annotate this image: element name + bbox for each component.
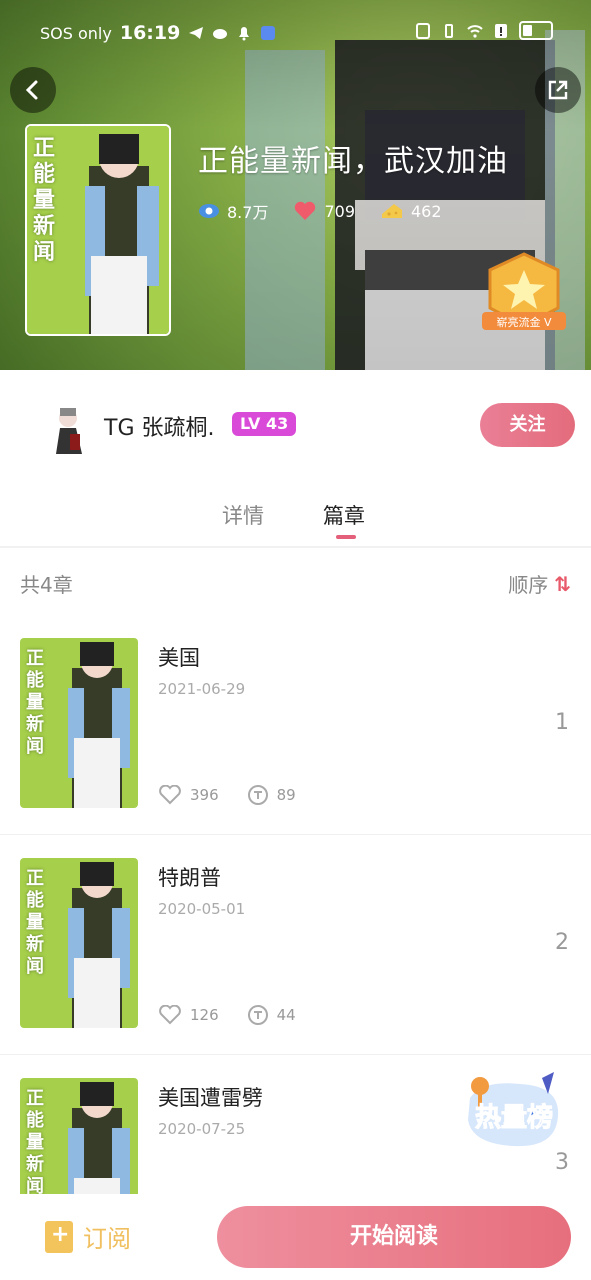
chapter-date: 2021-06-29 xyxy=(158,680,246,698)
chapter-item[interactable]: 正能量新闻 美国 2021-06-29 1 396 89 xyxy=(0,614,591,835)
cheese-icon xyxy=(382,204,402,218)
sort-order-button[interactable]: 顺序 ⇅ xyxy=(508,569,571,598)
chevron-left-icon xyxy=(25,80,38,100)
book-cover: 正能量新闻 xyxy=(25,124,171,336)
chapter-index: 2 xyxy=(555,930,569,955)
chapter-likes-count: 126 xyxy=(190,1006,219,1024)
chapter-title: 美国 xyxy=(158,646,200,670)
likes-stat: 709 xyxy=(294,199,355,223)
share-icon xyxy=(548,80,568,100)
battery-icon xyxy=(519,21,553,40)
author-section: TG 张疏桐. LV 43 关注 xyxy=(0,370,591,480)
tab-chapters[interactable]: 篇章 xyxy=(323,500,365,530)
chapter-item[interactable]: 正能量新闻 特朗普 2020-05-01 2 126 44 xyxy=(0,834,591,1055)
subscribe-label: 订阅 xyxy=(83,1225,131,1253)
chapter-index: 1 xyxy=(555,710,569,735)
hot-badge-graphic: 热量榜 xyxy=(468,1072,559,1147)
author-name[interactable]: TG 张疏桐. xyxy=(104,410,214,442)
follow-button[interactable]: 关注 xyxy=(480,403,575,447)
page-title: 正能量新闻，武汉加油 xyxy=(198,144,508,179)
app-notification-icon xyxy=(261,26,276,40)
chapter-title: 特朗普 xyxy=(158,866,221,890)
status-bar: SOS only 16:19 xyxy=(0,0,591,64)
coins-stat: 462 xyxy=(381,199,442,223)
subscribe-button[interactable]: 订阅 xyxy=(45,1219,131,1254)
chapter-comments-count: 44 xyxy=(276,1006,296,1024)
comment-icon xyxy=(247,1005,268,1025)
chapter-likes[interactable]: 126 xyxy=(158,1004,219,1026)
start-reading-button[interactable]: 开始阅读 xyxy=(217,1206,571,1268)
views-stat: 8.7万 xyxy=(199,199,268,223)
sort-label: 顺序 xyxy=(508,573,549,597)
chapter-comments-count: 89 xyxy=(276,786,296,804)
chapter-cover: 正能量新闻 xyxy=(20,638,138,808)
back-button[interactable] xyxy=(10,67,56,113)
chapter-date: 2020-05-01 xyxy=(158,900,246,918)
comment-icon xyxy=(247,785,268,805)
heart-outline-icon xyxy=(159,1005,181,1025)
chapter-comments[interactable]: 44 xyxy=(247,1004,296,1026)
wifi-icon xyxy=(467,24,483,38)
medal-badge: 崭亮流金 V xyxy=(482,252,566,330)
bottom-bar: 订阅 开始阅读 xyxy=(0,1194,591,1280)
cover-title: 正能量新闻 xyxy=(33,136,56,265)
hot-badge-label: 热量榜 xyxy=(475,1102,553,1133)
likes-count: 709 xyxy=(324,201,355,221)
level-badge: LV 43 xyxy=(232,412,297,436)
sort-icon: ⇅ xyxy=(554,571,571,596)
coins-count: 462 xyxy=(411,201,442,221)
avatar[interactable] xyxy=(50,406,86,456)
share-button[interactable] xyxy=(535,67,581,113)
nfc-icon xyxy=(416,22,430,39)
tab-details[interactable]: 详情 xyxy=(222,500,264,530)
stats-row: 8.7万 709 462 xyxy=(199,199,442,223)
bookmark-plus-icon xyxy=(45,1220,73,1253)
bell-icon xyxy=(239,27,250,41)
chapter-comments[interactable]: 89 xyxy=(247,784,296,806)
heart-outline-icon xyxy=(159,785,181,805)
carrier-text: SOS only xyxy=(40,23,112,43)
chapter-title: 美国遭雷劈 xyxy=(158,1086,263,1110)
eye-icon xyxy=(199,204,219,218)
chapters-header: 共4章 顺序 ⇅ xyxy=(0,548,591,614)
chapter-likes-count: 396 xyxy=(190,786,219,804)
chapter-cover-title: 正能量新闻 xyxy=(26,868,44,977)
chapter-cover-title: 正能量新闻 xyxy=(26,1088,44,1197)
cloud-icon xyxy=(213,29,228,39)
chapter-index: 3 xyxy=(555,1150,569,1175)
vibrate-icon xyxy=(445,23,453,38)
chapter-likes[interactable]: 396 xyxy=(158,784,219,806)
chapter-date: 2020-07-25 xyxy=(158,1120,246,1138)
chapter-cover: 正能量新闻 xyxy=(20,858,138,1028)
heart-icon xyxy=(295,201,316,220)
chapter-count: 共4章 xyxy=(20,573,73,597)
views-count: 8.7万 xyxy=(227,203,269,222)
clock: 16:19 xyxy=(119,22,181,44)
tab-bar: 详情 篇章 xyxy=(0,480,591,546)
alert-icon xyxy=(495,23,507,38)
medal-label: 崭亮流金 V xyxy=(496,315,551,329)
active-tab-indicator xyxy=(336,535,356,539)
hot-ranking-badge[interactable]: 热量榜 xyxy=(462,1072,566,1152)
telegram-icon xyxy=(189,27,204,39)
chapter-cover-title: 正能量新闻 xyxy=(26,648,44,757)
